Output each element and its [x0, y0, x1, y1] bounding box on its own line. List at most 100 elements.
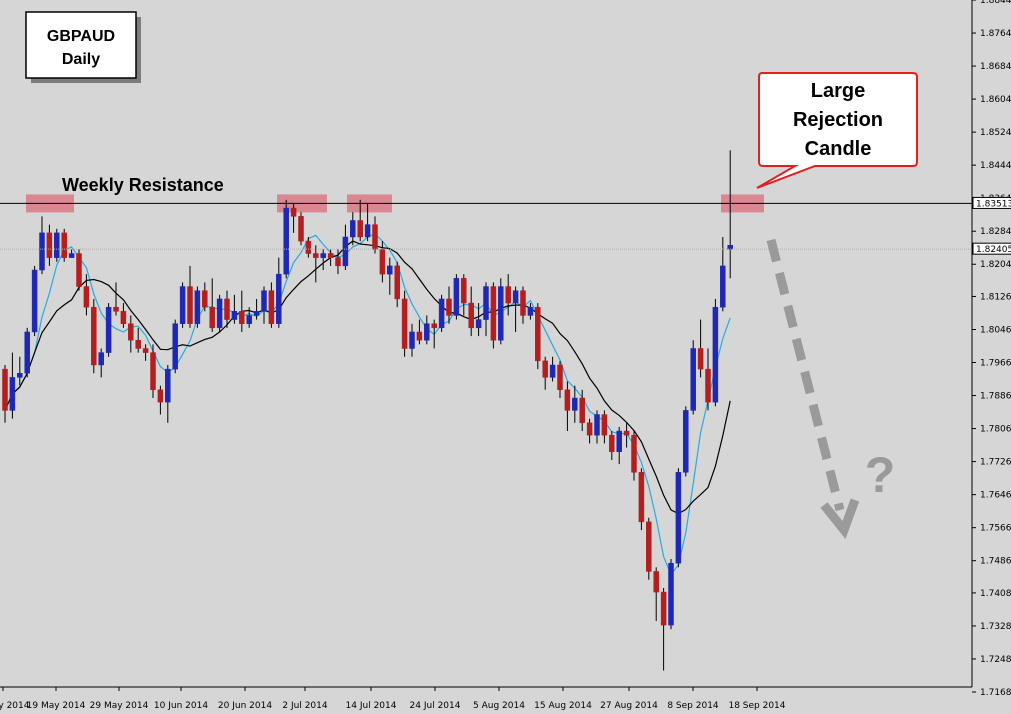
- candle: [683, 406, 689, 477]
- candle-body: [453, 278, 460, 316]
- y-tick-label: 1.75660: [980, 524, 1011, 534]
- candle: [350, 212, 356, 246]
- candle-body: [535, 306, 541, 362]
- candle: [660, 587, 667, 671]
- candle-body: [512, 290, 519, 304]
- candle-body: [409, 331, 415, 349]
- candle-body: [424, 323, 430, 341]
- candle-body: [98, 352, 104, 366]
- y-tick-label: 1.77260: [980, 458, 1011, 468]
- candle: [535, 303, 541, 370]
- candle: [690, 340, 696, 415]
- x-tick-label: 20 Jun 2014: [218, 701, 272, 711]
- candle-body: [660, 591, 667, 626]
- candle: [431, 319, 437, 349]
- y-tick-label: 1.86040: [980, 95, 1011, 105]
- candle-body: [564, 389, 571, 411]
- candle-body: [505, 286, 511, 304]
- candle-body: [438, 298, 445, 329]
- candle-body: [335, 257, 341, 267]
- candle-body: [601, 414, 608, 436]
- candle-body: [394, 265, 400, 300]
- candle-body: [261, 290, 267, 312]
- candle: [564, 381, 571, 432]
- candle: [394, 261, 400, 308]
- y-tick-label: 1.71680: [980, 688, 1011, 698]
- y-tick-label: 1.81260: [980, 292, 1011, 302]
- candle: [120, 303, 127, 328]
- candle: [98, 348, 104, 378]
- candle-body: [498, 286, 504, 341]
- candle-body: [431, 323, 437, 329]
- candle-body: [216, 298, 223, 329]
- candle: [387, 257, 393, 295]
- candle: [9, 352, 16, 419]
- candle-body: [17, 373, 23, 378]
- candle: [313, 245, 319, 283]
- candle-body: [372, 224, 378, 250]
- x-tick-label: 19 May 2014: [27, 701, 86, 711]
- candle: [231, 294, 238, 324]
- resistance-price-label: 1.83513: [976, 199, 1011, 209]
- candle-body: [179, 286, 186, 324]
- candle: [17, 356, 23, 386]
- candle: [623, 422, 630, 448]
- candle-body: [675, 472, 682, 564]
- y-tick-label: 1.74080: [980, 589, 1011, 599]
- candle-body: [202, 290, 208, 308]
- candle-body: [638, 472, 645, 523]
- candle: [194, 286, 201, 328]
- candle: [268, 282, 275, 328]
- candle: [68, 249, 75, 258]
- candle: [290, 203, 297, 233]
- candle-body: [720, 265, 726, 308]
- candle-body: [712, 306, 719, 403]
- candle-body: [2, 368, 8, 411]
- x-tick-label: 29 May 2014: [90, 701, 149, 711]
- candle: [105, 303, 112, 357]
- candle: [76, 249, 82, 291]
- candle: [113, 282, 119, 316]
- y-tick-label: 1.78860: [980, 392, 1011, 402]
- y-tick-label: 1.84440: [980, 161, 1011, 171]
- x-tick-label: 15 Aug 2014: [534, 701, 592, 711]
- candle: [172, 319, 178, 374]
- candle-body: [387, 265, 393, 275]
- timeframe-label: Daily: [62, 51, 100, 68]
- candle: [601, 410, 608, 444]
- candle-body: [268, 290, 275, 324]
- y-tick-label: 1.88440: [980, 0, 1011, 6]
- candle-body: [623, 430, 630, 436]
- candle-body: [165, 368, 171, 403]
- candle: [483, 282, 489, 337]
- candle-body: [209, 306, 215, 329]
- candle: [505, 274, 511, 316]
- x-tick-label: 10 Jun 2014: [154, 701, 208, 711]
- y-tick-label: 1.86840: [980, 62, 1011, 72]
- x-tick-label: 14 Jul 2014: [346, 701, 397, 711]
- candle-body: [468, 302, 474, 329]
- candle: [61, 228, 67, 262]
- candle: [498, 278, 504, 345]
- candle-body: [631, 434, 637, 473]
- projection-arrow: [766, 238, 860, 540]
- candle-body: [276, 273, 282, 324]
- candle: [490, 282, 497, 349]
- candle: [142, 344, 149, 361]
- callout-line-1: Large: [811, 80, 865, 102]
- candle: [586, 418, 593, 444]
- candle-body: [305, 240, 312, 254]
- candle-body: [105, 306, 112, 353]
- candle-body: [490, 286, 497, 341]
- question-mark: ?: [865, 447, 896, 503]
- x-tick-label: 9 May 2014: [0, 701, 30, 711]
- candle-body: [364, 224, 371, 238]
- candle-body: [416, 331, 423, 341]
- candle: [372, 216, 378, 254]
- y-tick-label: 1.87640: [980, 29, 1011, 39]
- current-price-tag: 1.82405: [972, 242, 1011, 255]
- candle: [216, 294, 223, 332]
- ma-fast-line: [4, 232, 731, 576]
- candle-body: [342, 236, 349, 267]
- candle: [653, 567, 659, 621]
